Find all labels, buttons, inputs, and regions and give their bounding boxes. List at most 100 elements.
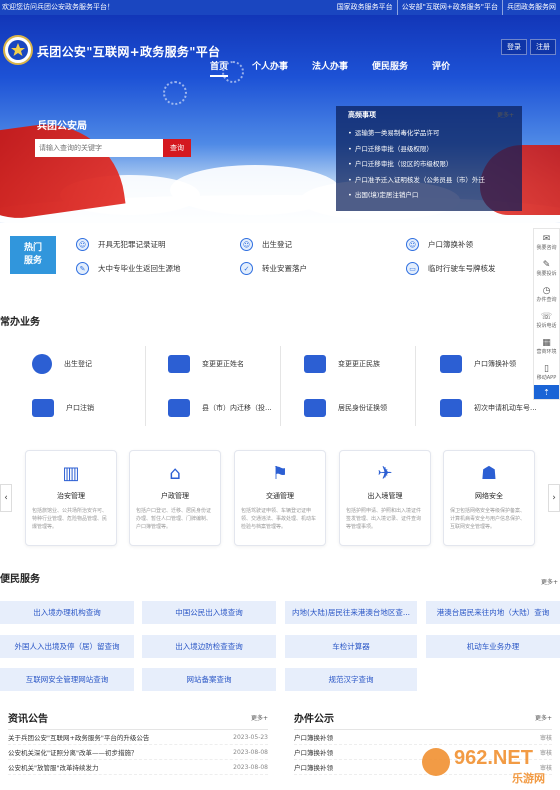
category-card-title: 出入境管理 xyxy=(367,492,403,500)
convenience-item[interactable]: 港澳台居民来往内地（大陆）查询 xyxy=(426,601,560,624)
house-icon: ⌂ xyxy=(169,463,181,484)
common-item-label: 初次申请机动车号... xyxy=(474,404,537,412)
category-card[interactable]: ⚑ 交通管理 包括驾驶证申领、车辆登记证申领、交通违法、事故处理、机动车检验与档… xyxy=(234,450,326,546)
calendar-icon xyxy=(304,399,326,417)
household-icon: ☺ xyxy=(406,238,419,251)
nav-home[interactable]: 首页 xyxy=(210,59,229,77)
hot-service-label: 转业安置落户 xyxy=(262,264,307,273)
badge-line-1: 热门 xyxy=(23,243,42,253)
hot-service-item[interactable]: ✓ 转业安置落户 xyxy=(240,262,307,275)
affairs-text: 户口簿换补领 xyxy=(294,764,333,772)
baby-icon: ☺ xyxy=(240,238,253,251)
category-card-desc: 包括驾驶证申领、车辆登记证申领、交通违法、事故处理、机动车检验与档案管理等。 xyxy=(241,508,317,530)
category-card[interactable]: ▥ 治安管理 包括旅馆业、公共场所治安许可、特种行业管理、危险物品管理、民爆管理… xyxy=(25,450,117,546)
convenience-item[interactable]: 外国人入出境及停（居）留查询 xyxy=(0,635,134,658)
convenience-item[interactable]: 互联网安全管理网站查询 xyxy=(0,668,134,691)
affairs-text: 户口簿换补领 xyxy=(294,734,333,742)
side-complaint[interactable]: ✎ 我要投诉 xyxy=(534,255,559,281)
police-emblem-logo xyxy=(3,35,33,65)
welcome-text: 欢迎您访问兵团公安政务服务平台！ xyxy=(2,3,114,11)
category-card-title: 交通管理 xyxy=(266,492,294,500)
common-item[interactable]: 县（市）内迁移（投... xyxy=(136,386,276,430)
convenience-more-link[interactable]: 更多+ xyxy=(541,577,558,586)
side-case-query[interactable]: ◷ 办件查询 xyxy=(534,281,559,307)
search-button[interactable]: 查询 xyxy=(163,139,191,157)
convenience-item[interactable]: 出入境办理机构查询 xyxy=(0,601,134,624)
affairs-more-link[interactable]: 更多+ xyxy=(535,713,552,722)
category-card[interactable]: ✈ 出入境管理 包括护照申请、护照和出入境证件签发管理、出入境记录、证件查询等管… xyxy=(339,450,431,546)
hot-service-item[interactable]: ☺ 出生登记 xyxy=(240,238,292,251)
common-item[interactable]: 变更更正姓名 xyxy=(136,342,276,386)
traffic-light-icon: ⚑ xyxy=(271,463,289,484)
high-frequency-title: 高频事项 xyxy=(348,111,376,119)
common-item[interactable]: 户口簿换补领 xyxy=(408,342,548,386)
high-frequency-item[interactable]: 出国(境)定居注销户口 xyxy=(348,188,522,204)
hot-service-label: 临时行驶车号牌核发 xyxy=(428,264,496,273)
high-frequency-item[interactable]: 运输第一类易制毒化学品许可 xyxy=(348,126,522,142)
high-frequency-more-link[interactable]: 更多+ xyxy=(497,110,514,120)
side-hotline[interactable]: ☏ 投诉电话 xyxy=(534,307,559,333)
high-frequency-item[interactable]: 户口迁移审批（设区的市级权限） xyxy=(348,157,522,173)
id-card-icon xyxy=(168,355,190,373)
link-bingtuan-platform[interactable]: 兵团政务服务网 xyxy=(502,0,560,15)
hot-service-item[interactable]: ✎ 大中专毕业生返回生源地 xyxy=(76,262,181,275)
search-input[interactable] xyxy=(35,139,163,157)
common-item[interactable]: 户口注销 xyxy=(0,386,140,430)
hot-service-item[interactable]: ☺ 户口簿换补领 xyxy=(406,238,473,251)
hot-service-label: 开具无犯罪记录证明 xyxy=(98,240,166,249)
common-item[interactable]: 变更更正民族 xyxy=(272,342,412,386)
car-plate-icon: ▭ xyxy=(406,262,419,275)
convenience-item[interactable]: 机动车业务办理 xyxy=(426,635,560,658)
convenience-item[interactable]: 网站备案查询 xyxy=(142,668,276,691)
nav-personal[interactable]: 个人办事 xyxy=(252,59,288,77)
nav-corporate[interactable]: 法人办事 xyxy=(312,59,348,77)
hot-service-item[interactable]: ▭ 临时行驶车号牌核发 xyxy=(406,262,496,275)
hot-service-item[interactable]: ☺ 开具无犯罪记录证明 xyxy=(76,238,166,251)
buildings-icon: ▥ xyxy=(62,463,80,484)
common-item[interactable]: 出生登记 xyxy=(0,342,140,386)
bureau-name: 兵团公安局 xyxy=(37,121,87,132)
auth-buttons: 登录 注册 xyxy=(501,39,556,55)
high-frequency-item[interactable]: 户口迁移审批（县级权限） xyxy=(348,142,522,158)
user-icon: ☺ xyxy=(76,238,89,251)
nav-convenience[interactable]: 便民服务 xyxy=(372,59,408,77)
convenience-item[interactable]: 出入境边防检查查询 xyxy=(142,635,276,658)
network-people-icon: ☗ xyxy=(480,463,498,484)
side-label: 投诉电话 xyxy=(536,322,557,329)
logout-icon xyxy=(32,399,54,417)
category-card-desc: 保卫包括网络安全等级保护备案、计算机病毒安全与用户信息保护、互联网安全管理等。 xyxy=(450,508,526,530)
shield-icon: ✓ xyxy=(240,262,253,275)
category-card-title: 户政管理 xyxy=(161,492,189,500)
side-label: 我要咨询 xyxy=(536,244,557,251)
calendar-icon xyxy=(440,399,462,417)
category-card-title: 治安管理 xyxy=(57,492,85,500)
move-icon xyxy=(168,399,190,417)
hero-banner: 兵团公安"互联网+政务服务"平台 登录 注册 首页 个人办事 法人办事 便民服务… xyxy=(0,15,560,223)
category-card[interactable]: ☗ 网络安全 保卫包括网络安全等级保护备案、计算机病毒安全与用户信息保护、互联网… xyxy=(443,450,535,546)
common-item[interactable]: 居民身份证换领 xyxy=(272,386,412,430)
link-mps-platform[interactable]: 公安部"互联网+政务服务"平台 xyxy=(396,0,502,15)
category-card[interactable]: ⌂ 户政管理 包括户口登记、迁移、居民身份证办理、暂住人口管理、门牌编制、户口簿… xyxy=(129,450,221,546)
login-button[interactable]: 登录 xyxy=(501,39,527,55)
convenience-item[interactable]: 中国公民出入境查询 xyxy=(142,601,276,624)
link-national-platform[interactable]: 国家政务服务平台 xyxy=(333,0,397,15)
svg-text:乐游网: 乐游网 xyxy=(512,771,545,785)
category-card-desc: 包括旅馆业、公共场所治安许可、特种行业管理、危险物品管理、民爆管理等。 xyxy=(32,508,108,530)
convenience-item[interactable]: 规范汉字查询 xyxy=(285,668,417,691)
news-more-link[interactable]: 更多+ xyxy=(251,713,268,722)
news-row[interactable]: 关于兵团公安"互联网+政务服务"平台的升级公告 2023-05-23 xyxy=(8,730,268,745)
main-nav: 首页 个人办事 法人办事 便民服务 评价 xyxy=(210,59,450,77)
high-frequency-item[interactable]: 户口准予迁入证明核发（公务员县（市）外迁 xyxy=(348,173,522,189)
convenience-item[interactable]: 内地(大陆)居民往来港澳台地区查... xyxy=(285,601,417,624)
news-row[interactable]: 公安机关"放管服"改革持续发力 2023-08-08 xyxy=(8,760,268,775)
news-row[interactable]: 公安机关深化"证照分离"改革——初步措施？ 2023-08-08 xyxy=(8,745,268,760)
common-item[interactable]: 初次申请机动车号... xyxy=(408,386,548,430)
register-button[interactable]: 注册 xyxy=(530,39,556,55)
nav-evaluation[interactable]: 评价 xyxy=(432,59,450,77)
side-consult[interactable]: ✉ 我要咨询 xyxy=(534,229,559,255)
graduate-icon: ✎ xyxy=(76,262,89,275)
news-panel: 资讯公告 更多+ 关于兵团公安"互联网+政务服务"平台的升级公告 2023-05-… xyxy=(8,706,268,786)
common-item-label: 户口簿换补领 xyxy=(474,360,516,368)
convenience-item[interactable]: 车检计算器 xyxy=(285,635,417,658)
category-cards: ▥ 治安管理 包括旅馆业、公共场所治安许可、特种行业管理、危险物品管理、民爆管理… xyxy=(0,450,560,550)
